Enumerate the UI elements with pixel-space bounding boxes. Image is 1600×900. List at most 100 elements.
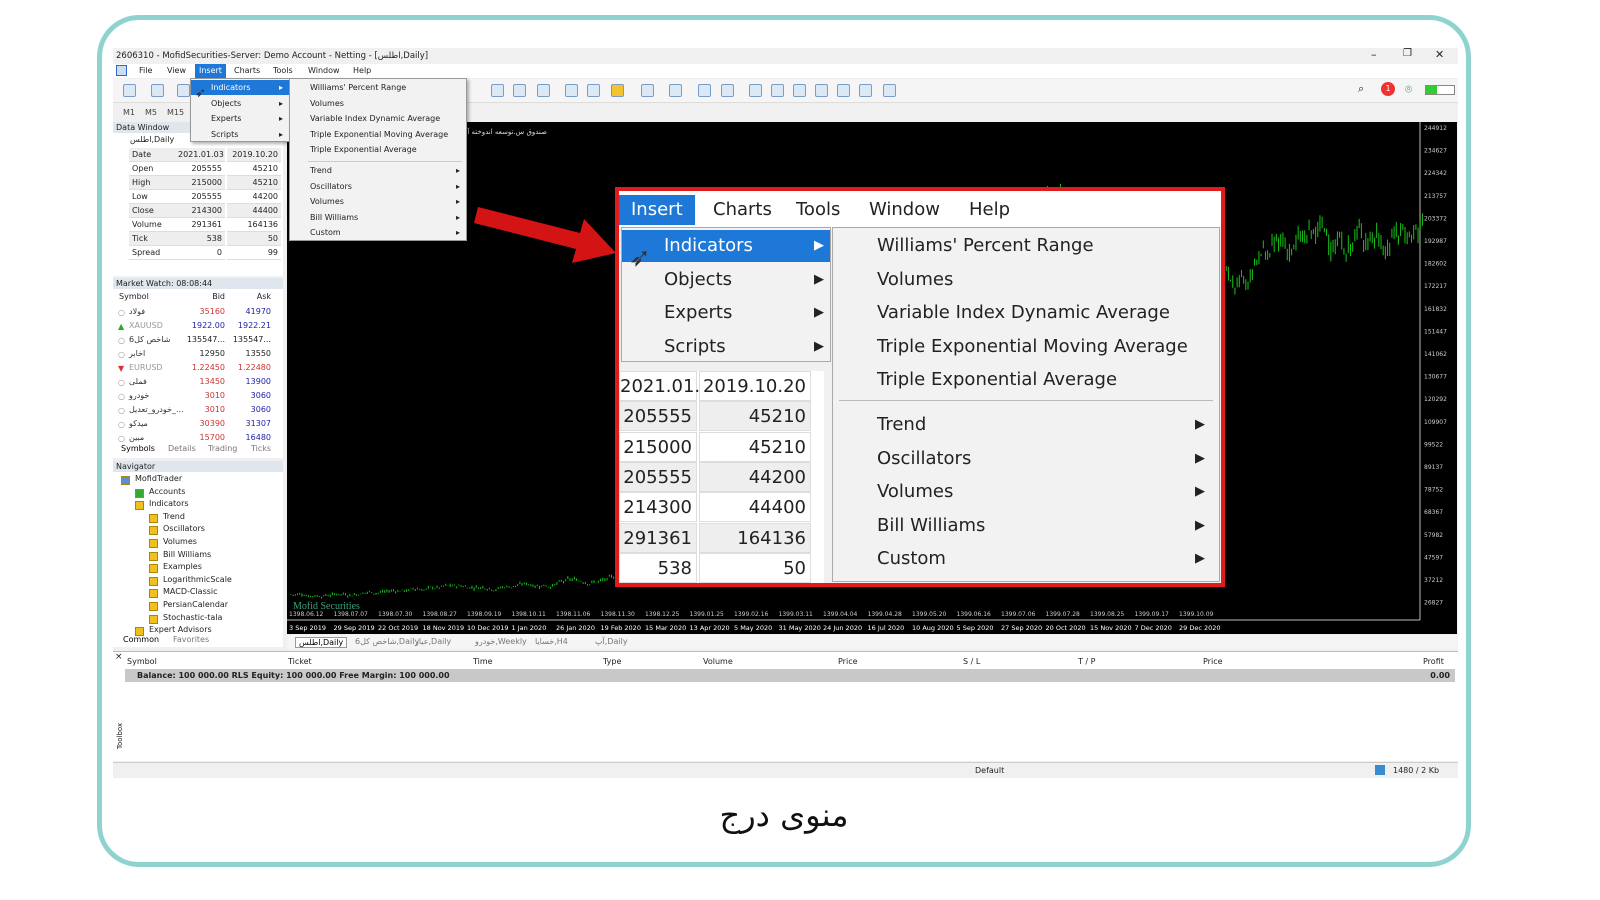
close-terminal-button[interactable]: × xyxy=(115,652,123,662)
column-header[interactable]: Time xyxy=(473,657,493,666)
callout-indicator-item[interactable]: Volumes xyxy=(877,264,953,296)
menu-window[interactable]: Window xyxy=(304,64,344,78)
vline-icon[interactable] xyxy=(749,84,762,97)
column-header[interactable]: Type xyxy=(603,657,621,666)
column-header[interactable]: Volume xyxy=(703,657,733,666)
chart-tab[interactable]: خودرو,Weekly xyxy=(475,637,527,646)
menu-item-group[interactable]: Trend ▸ xyxy=(290,163,466,178)
grid-icon[interactable] xyxy=(837,84,850,97)
chart-tab[interactable]: شاخص کل6,Daily xyxy=(355,637,419,646)
timeframe-M5[interactable]: M5 xyxy=(145,108,157,117)
tree-item[interactable]: Stochastic-tala xyxy=(163,613,222,622)
crosshair-icon[interactable] xyxy=(721,84,734,97)
callout-group-item[interactable]: Trend ▶ xyxy=(877,409,1219,441)
tree-item[interactable]: Accounts xyxy=(149,487,185,496)
menu-item-indicator[interactable]: Williams' Percent Range xyxy=(290,80,466,95)
text-icon[interactable] xyxy=(859,84,872,97)
symbol-name[interactable]: EURUSD xyxy=(129,363,163,372)
menu-insert[interactable]: Insert xyxy=(195,64,226,78)
tree-item[interactable]: Indicators xyxy=(149,499,189,508)
templates-icon[interactable] xyxy=(641,84,654,97)
timeframe-M15[interactable]: M15 xyxy=(167,108,184,117)
notification-badge[interactable]: 1 xyxy=(1381,82,1395,96)
signal-icon[interactable]: ⌾ xyxy=(1405,82,1412,97)
column-header[interactable]: Symbol xyxy=(119,292,149,301)
tab-favorites[interactable]: Favorites xyxy=(173,635,209,644)
tree-item[interactable]: LogarithmicScale xyxy=(163,575,232,584)
symbol-name[interactable]: خودرو_تعدیل_... xyxy=(129,405,184,414)
callout-group-item[interactable]: Bill Williams ▶ xyxy=(877,510,1219,542)
callout-group-item[interactable]: Oscillators ▶ xyxy=(877,443,1219,475)
tree-item[interactable]: Trend xyxy=(163,512,185,521)
column-header[interactable]: Profit xyxy=(1423,657,1444,666)
symbol-name[interactable]: XAUUSD xyxy=(129,321,163,330)
chart-tab[interactable]: خسایا,H4 xyxy=(535,637,568,646)
tab-common[interactable]: Common xyxy=(123,635,159,644)
maximize-button[interactable]: ❐ xyxy=(1403,48,1412,59)
callout-menu-item-objects[interactable]: Objects ▶ xyxy=(622,264,830,296)
market-icon[interactable] xyxy=(177,84,190,97)
tab-trading[interactable]: Trading xyxy=(208,444,237,453)
menu-tools[interactable]: Tools xyxy=(269,64,297,78)
callout-group-item[interactable]: Volumes ▶ xyxy=(877,476,1219,508)
menu-item-indicator[interactable]: Volumes xyxy=(290,96,466,111)
column-header[interactable]: T / P xyxy=(1078,657,1096,666)
column-header[interactable]: Ask xyxy=(257,292,271,301)
profiles-icon[interactable] xyxy=(151,84,164,97)
chart-tab[interactable]: آپ,Daily xyxy=(595,637,628,646)
callout-menu-insert[interactable]: Insert xyxy=(619,195,695,225)
column-header[interactable]: Price xyxy=(838,657,858,666)
menu-item-group[interactable]: Oscillators ▸ xyxy=(290,179,466,194)
timeframe-M1[interactable]: M1 xyxy=(123,108,135,117)
trendline-icon[interactable] xyxy=(793,84,806,97)
scroll-icon[interactable] xyxy=(565,84,578,97)
symbol-name[interactable]: اخابر xyxy=(129,349,145,358)
zoom-out-icon[interactable] xyxy=(513,84,526,97)
chart-tab[interactable]: اطلس,Daily xyxy=(295,637,348,648)
tab-ticks[interactable]: Ticks xyxy=(251,444,271,453)
tab-symbols[interactable]: Symbols xyxy=(121,444,155,453)
search-icon[interactable]: ⌕ xyxy=(1358,82,1364,96)
tree-item[interactable]: MofidTrader xyxy=(135,474,182,483)
menu-item-indicator[interactable]: Triple Exponential Moving Average xyxy=(290,127,466,142)
menu-view[interactable]: View xyxy=(163,64,190,78)
callout-menu-item-experts[interactable]: Experts ▶ xyxy=(622,297,830,329)
callout-indicator-item[interactable]: Triple Exponential Moving Average xyxy=(877,331,1188,363)
tile-icon[interactable] xyxy=(537,84,550,97)
symbol-name[interactable]: شاخص کل6 xyxy=(129,335,170,344)
menu-item-group[interactable]: Custom ▸ xyxy=(290,225,466,240)
new-chart-icon[interactable] xyxy=(123,84,136,97)
column-header[interactable]: S / L xyxy=(963,657,980,666)
callout-menu-window[interactable]: Window xyxy=(857,195,952,225)
callout-menu-tools[interactable]: Tools xyxy=(784,195,852,225)
callout-menu-charts[interactable]: Charts xyxy=(701,195,784,225)
callout-indicator-item[interactable]: Triple Exponential Average xyxy=(877,364,1117,396)
tree-item[interactable]: Oscillators xyxy=(163,524,205,533)
callout-menu-help[interactable]: Help xyxy=(957,195,1022,225)
column-header[interactable]: Bid xyxy=(212,292,225,301)
symbol-name[interactable]: فولاد xyxy=(129,307,145,316)
fibo-icon[interactable] xyxy=(815,84,828,97)
tab-details[interactable]: Details xyxy=(168,444,196,453)
hline-icon[interactable] xyxy=(771,84,784,97)
minimize-button[interactable]: – xyxy=(1371,48,1377,61)
shift-icon[interactable] xyxy=(587,84,600,97)
tree-item[interactable]: Expert Advisors xyxy=(149,625,212,634)
cursor-icon[interactable] xyxy=(698,84,711,97)
column-header[interactable]: Ticket xyxy=(288,657,312,666)
tree-item[interactable]: PersianCalendar xyxy=(163,600,228,609)
tree-item[interactable]: MACD-Classic xyxy=(163,587,218,596)
tree-item[interactable]: Volumes xyxy=(163,537,197,546)
tree-item[interactable]: Bill Williams xyxy=(163,550,211,559)
close-button[interactable]: ✕ xyxy=(1435,48,1444,61)
menu-item-group[interactable]: Volumes ▸ xyxy=(290,194,466,209)
properties-icon[interactable] xyxy=(669,84,682,97)
callout-indicator-item[interactable]: Williams' Percent Range xyxy=(877,230,1094,262)
callout-indicator-item[interactable]: Variable Index Dynamic Average xyxy=(877,297,1170,329)
callout-group-item[interactable]: Custom ▶ xyxy=(877,543,1219,575)
symbol-name[interactable]: میدکو xyxy=(129,419,148,428)
menu-charts[interactable]: Charts xyxy=(230,64,264,78)
callout-menu-item-indicators[interactable]: Indicators ▶ xyxy=(622,230,830,262)
column-header[interactable]: Symbol xyxy=(127,657,157,666)
menu-item-indicator[interactable]: Variable Index Dynamic Average xyxy=(290,111,466,126)
